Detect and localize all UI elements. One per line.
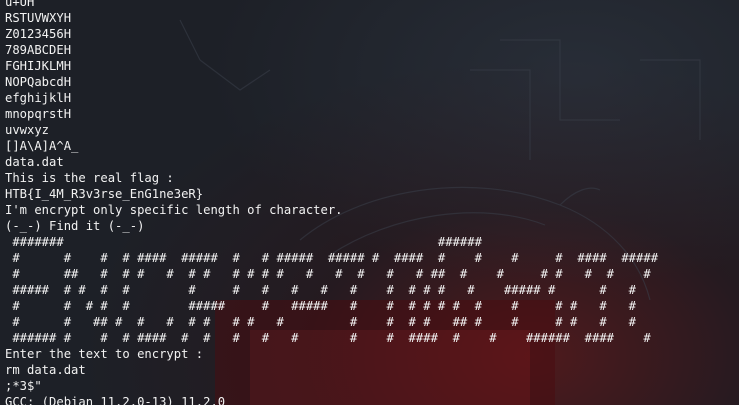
ascii-banner-line: # # # # #### ##### # # ##### ##### # ###… <box>5 251 659 265</box>
ascii-banner-line: # # ## # # # # # # # # # # # # ## # # # … <box>5 315 637 329</box>
output-line: This is the real flag : <box>5 171 174 185</box>
output-line: rm data.dat <box>5 363 86 377</box>
output-line: 789ABCDEH <box>5 43 72 57</box>
output-line: ;*3$" <box>5 379 42 393</box>
terminal-output[interactable]: u+UH RSTUVWXYH Z0123456H 789ABCDEH FGHIJKLMH… <box>5 0 658 405</box>
prompt-line: Enter the text to encrypt : <box>5 347 204 361</box>
flag-line: HTB{I_4M_R3v3rse_EnG1ne3eR} <box>5 187 204 201</box>
ascii-banner-line: ####### ###### <box>5 235 482 249</box>
output-line: u+UH <box>5 0 35 9</box>
output-line: I'm encrypt only specific length of char… <box>5 203 343 217</box>
output-line: []A\A]A^A_ <box>5 139 79 153</box>
output-line: mnopqrstH <box>5 107 72 121</box>
output-line: RSTUVWXYH <box>5 11 72 25</box>
output-line: NOPQabcdH <box>5 75 72 89</box>
ascii-banner-line: # # # # # ##### # ##### # # # # # # # # … <box>5 299 637 313</box>
output-line: data.dat <box>5 155 64 169</box>
output-line: (-_-) Find it (-_-) <box>5 219 145 233</box>
output-line: uvwxyz <box>5 123 50 137</box>
ascii-banner-line: ##### # # # # # # # # # # # # # # # ####… <box>5 283 637 297</box>
ascii-banner-line: ###### # # # #### # # # # # # # #### # #… <box>5 331 651 345</box>
terminal-window[interactable]: u+UH RSTUVWXYH Z0123456H 789ABCDEH FGHIJKLMH… <box>0 0 739 405</box>
output-line: GCC: (Debian 11.2.0-13) 11.2.0 <box>5 395 226 405</box>
ascii-banner-line: # ## # # # # # # # # # # # # # # # ## # … <box>5 267 651 281</box>
output-line: FGHIJKLMH <box>5 59 72 73</box>
output-line: Z0123456H <box>5 27 72 41</box>
output-line: efghijklH <box>5 91 72 105</box>
